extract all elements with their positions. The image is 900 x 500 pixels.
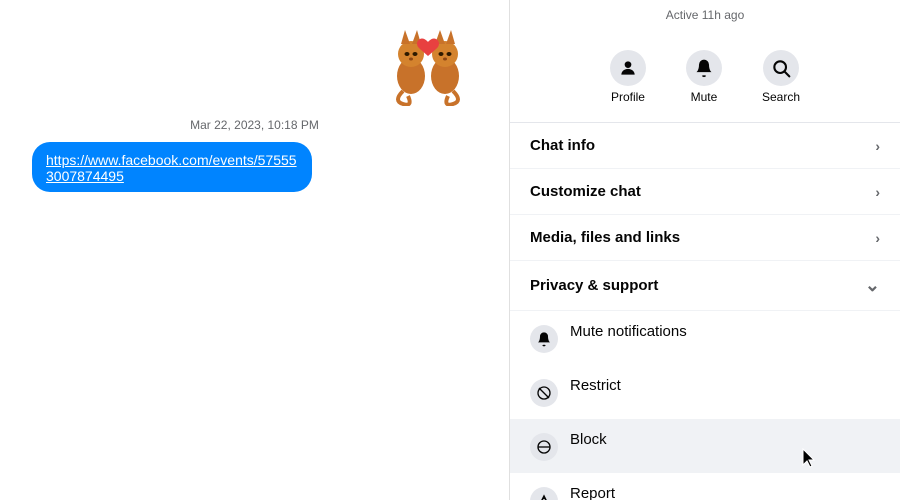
menu-item-media-files[interactable]: Media, files and links › bbox=[510, 215, 900, 261]
menu-item-chat-info[interactable]: Chat info › bbox=[510, 123, 900, 169]
cursor-icon bbox=[800, 447, 820, 471]
chat-info-chevron: › bbox=[875, 138, 880, 154]
mute-label: Mute bbox=[691, 90, 718, 104]
message-bubble[interactable]: https://www.facebook.com/events/57555300… bbox=[32, 142, 312, 192]
privacy-chevron: ⌄ bbox=[865, 275, 880, 296]
search-button[interactable]: Search bbox=[742, 42, 820, 112]
profile-label: Profile bbox=[611, 90, 645, 104]
menu-item-customize-chat[interactable]: Customize chat › bbox=[510, 169, 900, 215]
report-content: Report Give feedback and report the conv… bbox=[570, 485, 815, 500]
customize-chat-chevron: › bbox=[875, 184, 880, 200]
block-title: Block bbox=[570, 431, 607, 448]
sticker bbox=[383, 16, 473, 106]
message-link[interactable]: https://www.facebook.com/events/57555300… bbox=[32, 142, 312, 192]
sidebar: Active 11h ago Profile Mute bbox=[510, 0, 900, 500]
search-icon bbox=[763, 50, 799, 86]
profile-icon bbox=[610, 50, 646, 86]
sticker-area bbox=[16, 16, 493, 106]
chat-panel: Mar 22, 2023, 10:18 PM https://www.faceb… bbox=[0, 0, 510, 500]
block-content: Block bbox=[570, 431, 607, 448]
report-icon bbox=[530, 487, 558, 500]
top-actions: Profile Mute Search bbox=[510, 26, 900, 123]
media-files-label: Media, files and links bbox=[530, 229, 680, 246]
privacy-item-block[interactable]: Block bbox=[510, 419, 900, 473]
privacy-item-restrict[interactable]: Restrict bbox=[510, 365, 900, 419]
mute-notifications-title: Mute notifications bbox=[570, 323, 687, 340]
privacy-items: Mute notifications Restrict bbox=[510, 311, 900, 500]
restrict-icon bbox=[530, 379, 558, 407]
timestamp: Mar 22, 2023, 10:18 PM bbox=[16, 118, 493, 132]
mute-notifications-icon bbox=[530, 325, 558, 353]
mute-icon bbox=[686, 50, 722, 86]
mute-button[interactable]: Mute bbox=[666, 42, 742, 112]
chat-info-label: Chat info bbox=[530, 137, 595, 154]
search-label: Search bbox=[762, 90, 800, 104]
privacy-title: Privacy & support bbox=[530, 277, 658, 294]
mute-notifications-content: Mute notifications bbox=[570, 323, 687, 340]
restrict-content: Restrict bbox=[570, 377, 621, 394]
chat-messages: Mar 22, 2023, 10:18 PM https://www.faceb… bbox=[0, 0, 509, 500]
active-status: Active 11h ago bbox=[510, 0, 900, 26]
report-title: Report bbox=[570, 485, 815, 500]
customize-chat-label: Customize chat bbox=[530, 183, 641, 200]
privacy-item-report[interactable]: Report Give feedback and report the conv… bbox=[510, 473, 900, 500]
menu-list: Chat info › Customize chat › Media, file… bbox=[510, 123, 900, 261]
profile-button[interactable]: Profile bbox=[590, 42, 666, 112]
privacy-section: Privacy & support ⌄ Mute notifications bbox=[510, 261, 900, 500]
media-files-chevron: › bbox=[875, 230, 880, 246]
restrict-title: Restrict bbox=[570, 377, 621, 394]
privacy-item-mute[interactable]: Mute notifications bbox=[510, 311, 900, 365]
privacy-header[interactable]: Privacy & support ⌄ bbox=[510, 261, 900, 311]
block-icon bbox=[530, 433, 558, 461]
